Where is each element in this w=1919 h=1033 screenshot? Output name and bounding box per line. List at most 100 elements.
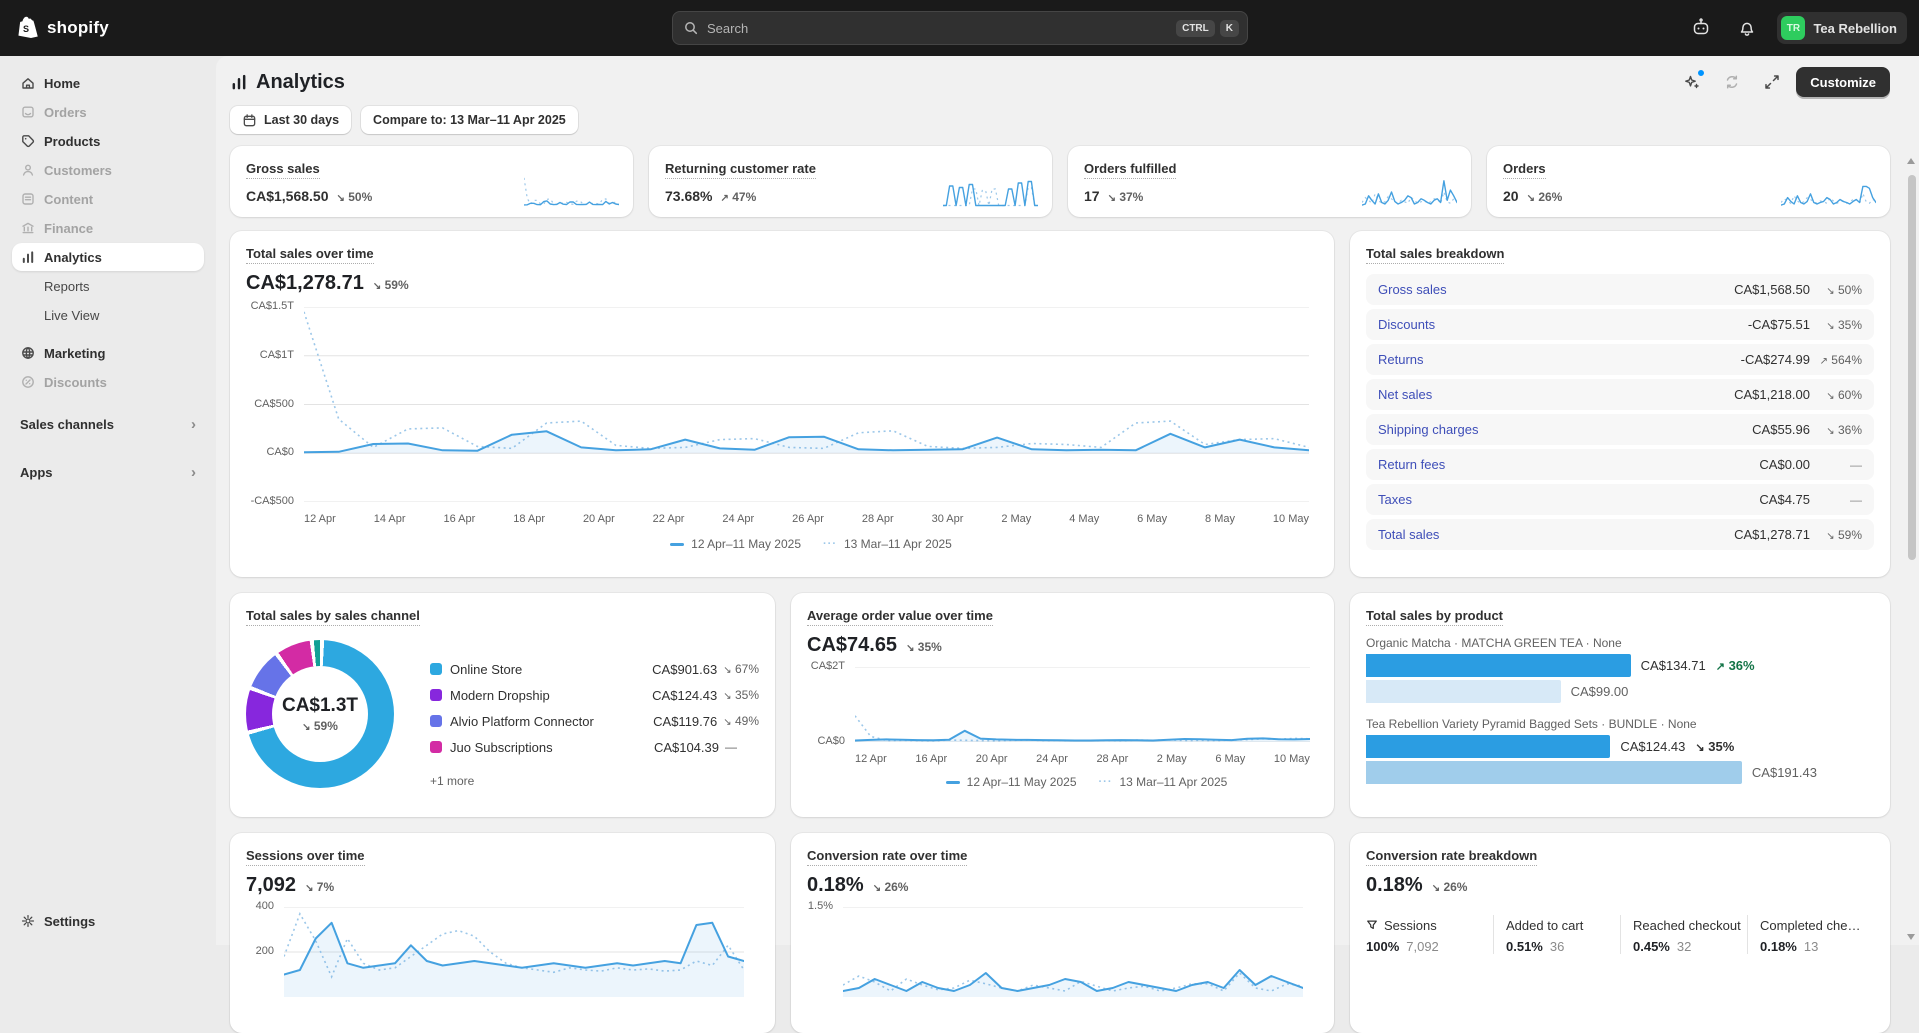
list-item: Online StoreCA$901.63↘ 67% xyxy=(430,656,759,682)
sidebar-item-orders[interactable]: Orders xyxy=(12,98,204,126)
kpi-change: ↗ 47% xyxy=(720,190,756,204)
sessions-line-chart xyxy=(284,907,744,997)
kpi-value: 17 xyxy=(1084,188,1100,204)
kpi-change: ↘ 26% xyxy=(1527,190,1563,204)
products-tag-icon xyxy=(20,133,36,149)
funnel-change: ↘ 26% xyxy=(1432,880,1468,894)
table-row: Return feesCA$0.00— xyxy=(1366,449,1874,480)
kpi-card-gross-sales: Gross sales CA$1,568.50 ↘ 50% xyxy=(230,146,633,217)
shopify-logo[interactable]: S shopify xyxy=(18,16,109,40)
sidebar-item-marketing[interactable]: Marketing xyxy=(12,339,204,367)
sidebar-item-reports[interactable]: Reports xyxy=(12,272,204,300)
total-sales-over-time-card: Total sales over time CA$1,278.71 ↘ 59% … xyxy=(230,231,1334,577)
sidebar-item-products[interactable]: Products xyxy=(12,127,204,155)
sidebar-section-sales-channels[interactable]: Sales channels › xyxy=(12,410,204,438)
donut-center-value: CA$1.3T xyxy=(282,695,358,717)
product-current-bar xyxy=(1366,654,1631,677)
channel-legend: Online StoreCA$901.63↘ 67% Modern Dropsh… xyxy=(430,656,759,788)
customers-icon xyxy=(20,162,36,178)
sessions-value: 7,092 xyxy=(246,874,296,897)
analytics-bars-icon xyxy=(20,249,36,265)
funnel-step-completed-checkout: Completed che… 0.18%13 xyxy=(1747,915,1874,954)
sidebar-item-home[interactable]: Home xyxy=(12,69,204,97)
kpi-change: ↘ 50% xyxy=(337,190,373,204)
content-icon xyxy=(20,191,36,207)
funnel-step-sessions: Sessions 100%7,092 xyxy=(1366,915,1493,954)
x-axis-labels: 12 Apr16 Apr20 Apr24 Apr28 Apr2 May6 May… xyxy=(855,753,1310,765)
total-sales-breakdown-card: Total sales breakdown Gross salesCA$1,56… xyxy=(1350,231,1890,577)
aov-value: CA$74.65 xyxy=(807,634,897,657)
compare-range-button[interactable]: Compare to: 13 Mar–11 Apr 2025 xyxy=(361,106,578,134)
conversion-rate-over-time-card: Conversion rate over time 0.18% ↘ 26% 1.… xyxy=(791,833,1334,1033)
search-input[interactable]: Search CTRL K xyxy=(672,11,1248,45)
channel-swatch xyxy=(430,663,442,675)
list-item: Juo SubscriptionsCA$104.39— xyxy=(430,734,759,760)
date-range-button[interactable]: Last 30 days xyxy=(230,106,351,134)
sidebar-item-discounts[interactable]: Discounts xyxy=(12,368,204,396)
page-title: Analytics xyxy=(230,71,345,94)
sales-by-product-card: Total sales by product Organic Matcha · … xyxy=(1350,593,1890,817)
total-sales-change: ↘ 59% xyxy=(373,278,409,292)
x-axis-labels: 12 Apr14 Apr16 Apr18 Apr20 Apr22 Apr24 A… xyxy=(304,513,1309,525)
sidebar-item-analytics[interactable]: Analytics xyxy=(12,243,204,271)
kpi-title[interactable]: Orders xyxy=(1503,161,1546,179)
table-row: Returns-CA$274.99↗ 564% xyxy=(1366,344,1874,375)
product-compare-bar xyxy=(1366,680,1561,703)
chart-legend: 12 Apr–11 May 2025 ···13 Mar–11 Apr 2025 xyxy=(304,537,1318,551)
more-channels-link[interactable]: +1 more xyxy=(430,774,759,788)
calendar-icon xyxy=(242,113,257,128)
orders-icon xyxy=(20,104,36,120)
table-row: Gross salesCA$1,568.50↘ 50% xyxy=(1366,274,1874,305)
sidebar: Home Orders Products Customers Content F… xyxy=(0,56,216,945)
kpi-card-orders-fulfilled: Orders fulfilled 17 ↘ 37% xyxy=(1068,146,1471,217)
sidebar-item-live-view[interactable]: Live View xyxy=(12,301,204,329)
sidebar-item-content[interactable]: Content xyxy=(12,185,204,213)
product-compare-bar xyxy=(1366,761,1742,784)
sidebar-item-finance[interactable]: Finance xyxy=(12,214,204,242)
sidekick-robot-icon xyxy=(1691,18,1711,38)
sessions-over-time-card: Sessions over time 7,092 ↘ 7% 400200 xyxy=(230,833,775,1033)
total-sales-value: CA$1,278.71 xyxy=(246,272,364,295)
account-menu[interactable]: TR Tea Rebellion xyxy=(1777,12,1907,44)
channel-swatch xyxy=(430,689,442,701)
product-change: ↗ 36% xyxy=(1716,658,1755,673)
brand-wordmark: shopify xyxy=(47,18,109,38)
sidebar-item-settings[interactable]: Settings xyxy=(12,907,204,935)
kpi-title[interactable]: Returning customer rate xyxy=(665,161,816,179)
conversion-line-chart xyxy=(843,907,1303,997)
scrollbar-up-arrow[interactable] xyxy=(1907,158,1915,164)
kpi-title[interactable]: Orders fulfilled xyxy=(1084,161,1176,179)
topbar: S shopify Search CTRL K TR Tea Rebellion xyxy=(0,0,1919,56)
product-name: Tea Rebellion Variety Pyramid Bagged Set… xyxy=(1366,717,1874,731)
refresh-button[interactable] xyxy=(1716,66,1748,98)
funnel-value: 0.18% xyxy=(1366,874,1423,897)
kpi-title[interactable]: Gross sales xyxy=(246,161,320,179)
sidekick-assistant-button[interactable] xyxy=(1685,12,1717,44)
search-icon xyxy=(683,20,699,36)
scrollbar-thumb[interactable] xyxy=(1908,175,1916,560)
kpi-sparkline xyxy=(943,177,1038,207)
search-placeholder: Search xyxy=(707,21,1171,36)
customize-button[interactable]: Customize xyxy=(1796,67,1890,97)
shopify-bag-icon: S xyxy=(18,16,40,40)
average-order-value-card: Average order value over time CA$74.65 ↘… xyxy=(791,593,1334,817)
sidebar-section-apps[interactable]: Apps › xyxy=(12,458,204,486)
sidebar-item-customers[interactable]: Customers xyxy=(12,156,204,184)
kpi-card-orders: Orders 20 ↘ 26% xyxy=(1487,146,1890,217)
table-row: Net salesCA$1,218.00↘ 60% xyxy=(1366,379,1874,410)
kpi-value: 20 xyxy=(1503,188,1519,204)
shortcut-ctrl-badge: CTRL xyxy=(1176,20,1215,37)
aov-line-chart xyxy=(855,667,1310,742)
finance-bank-icon xyxy=(20,220,36,236)
home-icon xyxy=(20,75,36,91)
scrollbar-down-arrow[interactable] xyxy=(1907,934,1915,940)
funnel-step-added-to-cart: Added to cart 0.51%36 xyxy=(1493,915,1620,954)
notification-dot xyxy=(1697,69,1705,77)
insights-sparkle-button[interactable] xyxy=(1676,66,1708,98)
fullscreen-button[interactable] xyxy=(1756,66,1788,98)
y-axis-labels: 1.5% xyxy=(807,907,843,997)
notifications-button[interactable] xyxy=(1731,12,1763,44)
kpi-value: CA$1,568.50 xyxy=(246,188,329,204)
main-content: Analytics Customize Last 30 days Compare… xyxy=(216,56,1919,945)
previous-period-swatch: ··· xyxy=(823,538,837,550)
